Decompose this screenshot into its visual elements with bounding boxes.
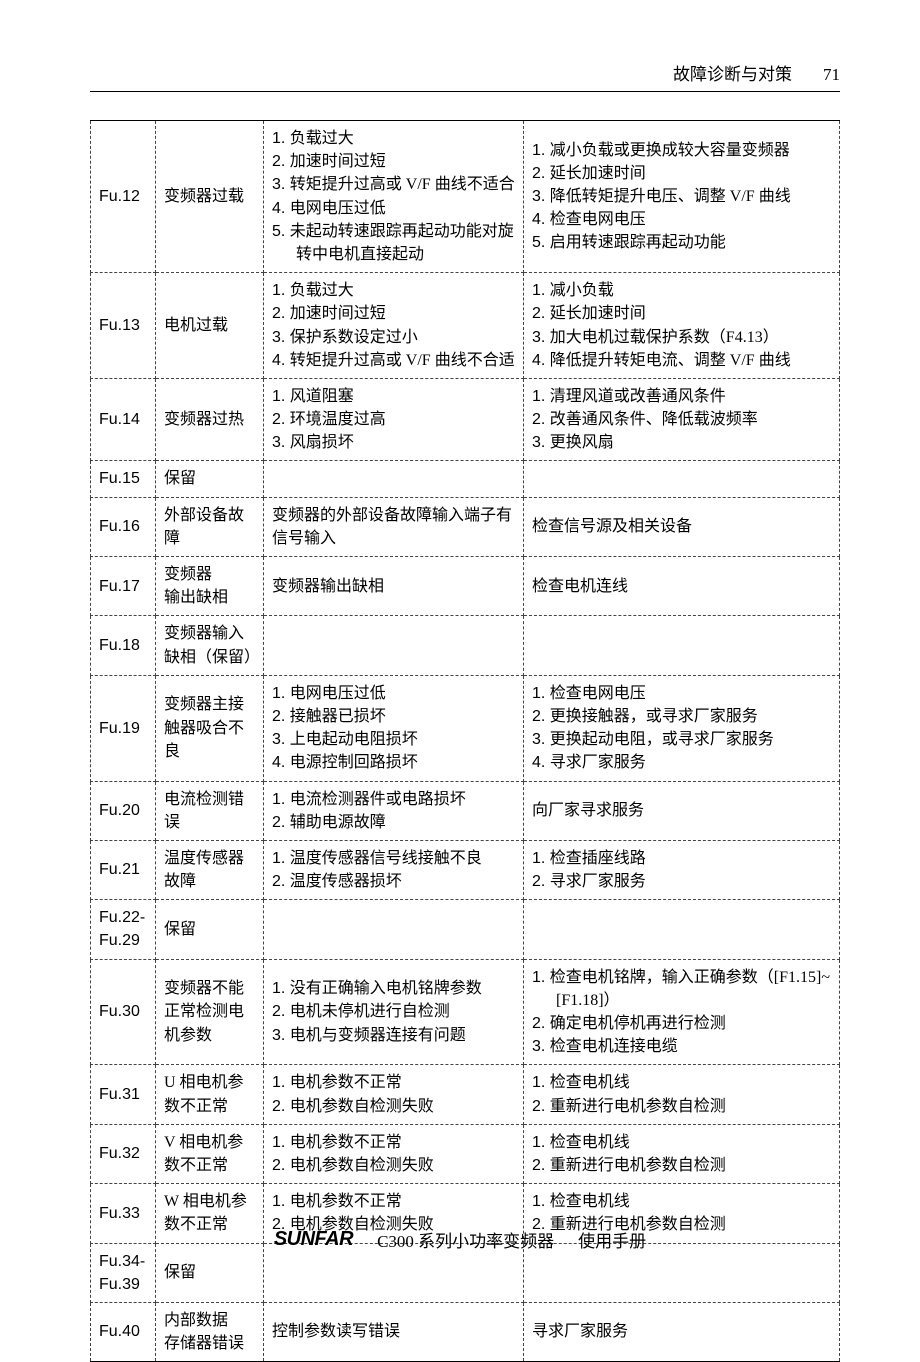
fault-name: 变频器过载	[156, 121, 264, 273]
fault-action: 向厂家寻求服务	[524, 781, 840, 840]
fault-cause: 电网电压过低接触器已损坏上电起动电阻损坏电源控制回路损坏	[264, 675, 524, 781]
brand-logo: SUNFAR	[274, 1228, 353, 1251]
fault-cause: 电机参数不正常电机参数自检测失败	[264, 1124, 524, 1183]
table-row: Fu.18变频器输入 缺相（保留）	[91, 616, 840, 675]
page: 故障诊断与对策 71 Fu.12变频器过载负载过大加速时间过短转矩提升过高或 V…	[0, 0, 920, 1307]
fault-action: 检查电机连线	[524, 557, 840, 616]
fault-action: 清理风道或改善通风条件改善通风条件、降低载波频率更换风扇	[524, 378, 840, 461]
fault-code: Fu.13	[91, 273, 156, 379]
fault-name: 电机过载	[156, 273, 264, 379]
fault-code: Fu.30	[91, 959, 156, 1065]
fault-code: Fu.19	[91, 675, 156, 781]
table-row: Fu.32V 相电机参数不正常电机参数不正常电机参数自检测失败检查电机线重新进行…	[91, 1124, 840, 1183]
fault-action: 减小负载延长加速时间加大电机过载保护系数（F4.13）降低提升转矩电流、调整 V…	[524, 273, 840, 379]
table-row: Fu.12变频器过载负载过大加速时间过短转矩提升过高或 V/F 曲线不适合电网电…	[91, 121, 840, 273]
page-number: 71	[812, 65, 840, 85]
table-row: Fu.17变频器 输出缺相变频器输出缺相检查电机连线	[91, 557, 840, 616]
fault-action	[524, 616, 840, 675]
running-head: 故障诊断与对策 71	[90, 60, 840, 92]
fault-cause: 负载过大加速时间过短转矩提升过高或 V/F 曲线不适合电网电压过低未起动转速跟踪…	[264, 121, 524, 273]
table-row: Fu.21温度传感器 故障温度传感器信号线接触不良温度传感器损坏检查插座线路寻求…	[91, 840, 840, 899]
fault-code: Fu.18	[91, 616, 156, 675]
fault-code: Fu.17	[91, 557, 156, 616]
fault-action: 检查电机线重新进行电机参数自检测	[524, 1065, 840, 1124]
table-row: Fu.31U 相电机参数不正常电机参数不正常电机参数自检测失败检查电机线重新进行…	[91, 1065, 840, 1124]
fault-name: 保留	[156, 900, 264, 959]
fault-name: 内部数据 存储器错误	[156, 1302, 264, 1361]
fault-name: 保留	[156, 461, 264, 497]
fault-action: 寻求厂家服务	[524, 1302, 840, 1361]
fault-cause: 电机参数不正常电机参数自检测失败	[264, 1065, 524, 1124]
fault-action	[524, 461, 840, 497]
product-name: C300 系列小功率变频器	[377, 1227, 554, 1252]
chapter-title: 故障诊断与对策	[673, 60, 792, 85]
fault-code: Fu.20	[91, 781, 156, 840]
table-row: Fu.22-Fu.29保留	[91, 900, 840, 959]
fault-action: 检查信号源及相关设备	[524, 497, 840, 556]
fault-name: 温度传感器 故障	[156, 840, 264, 899]
fault-action: 检查电机铭牌，输入正确参数（[F1.15]~ [F1.18]）确定电机停机再进行…	[524, 959, 840, 1065]
fault-cause: 变频器输出缺相	[264, 557, 524, 616]
fault-name: 变频器不能正常检测电机参数	[156, 959, 264, 1065]
fault-cause	[264, 461, 524, 497]
fault-action: 减小负载或更换成较大容量变频器延长加速时间降低转矩提升电压、调整 V/F 曲线检…	[524, 121, 840, 273]
fault-cause: 温度传感器信号线接触不良温度传感器损坏	[264, 840, 524, 899]
fault-cause: 电流检测器件或电路损坏辅助电源故障	[264, 781, 524, 840]
fault-cause	[264, 900, 524, 959]
fault-cause: 负载过大加速时间过短保护系数设定过小转矩提升过高或 V/F 曲线不合适	[264, 273, 524, 379]
fault-cause	[264, 616, 524, 675]
fault-action: 检查插座线路寻求厂家服务	[524, 840, 840, 899]
table-row: Fu.19变频器主接触器吸合不良电网电压过低接触器已损坏上电起动电阻损坏电源控制…	[91, 675, 840, 781]
fault-name: V 相电机参数不正常	[156, 1124, 264, 1183]
fault-code: Fu.15	[91, 461, 156, 497]
table-row: Fu.40内部数据 存储器错误控制参数读写错误寻求厂家服务	[91, 1302, 840, 1361]
fault-code: Fu.22-Fu.29	[91, 900, 156, 959]
fault-code: Fu.21	[91, 840, 156, 899]
table-row: Fu.14变频器过热风道阻塞环境温度过高风扇损坏清理风道或改善通风条件改善通风条…	[91, 378, 840, 461]
table-row: Fu.20电流检测错误电流检测器件或电路损坏辅助电源故障向厂家寻求服务	[91, 781, 840, 840]
table-row: Fu.15保留	[91, 461, 840, 497]
fault-code: Fu.31	[91, 1065, 156, 1124]
doc-type: 使用手册	[578, 1227, 646, 1252]
footer: SUNFAR C300 系列小功率变频器 使用手册	[0, 1227, 920, 1252]
fault-code: Fu.40	[91, 1302, 156, 1361]
fault-action: 检查电网电压更换接触器，或寻求厂家服务更换起动电阻，或寻求厂家服务寻求厂家服务	[524, 675, 840, 781]
fault-name: 外部设备故障	[156, 497, 264, 556]
fault-cause: 风道阻塞环境温度过高风扇损坏	[264, 378, 524, 461]
fault-code: Fu.16	[91, 497, 156, 556]
fault-name: U 相电机参数不正常	[156, 1065, 264, 1124]
fault-code: Fu.14	[91, 378, 156, 461]
fault-cause: 没有正确输入电机铭牌参数电机未停机进行自检测电机与变频器连接有问题	[264, 959, 524, 1065]
fault-name: 变频器输入 缺相（保留）	[156, 616, 264, 675]
fault-name: 变频器过热	[156, 378, 264, 461]
fault-name: 变频器主接触器吸合不良	[156, 675, 264, 781]
fault-cause: 控制参数读写错误	[264, 1302, 524, 1361]
fault-code: Fu.32	[91, 1124, 156, 1183]
fault-action	[524, 900, 840, 959]
fault-action: 检查电机线重新进行电机参数自检测	[524, 1124, 840, 1183]
fault-cause: 变频器的外部设备故障输入端子有信号输入	[264, 497, 524, 556]
fault-code: Fu.12	[91, 121, 156, 273]
fault-name: 电流检测错误	[156, 781, 264, 840]
table-row: Fu.16外部设备故障变频器的外部设备故障输入端子有信号输入检查信号源及相关设备	[91, 497, 840, 556]
table-row: Fu.13电机过载负载过大加速时间过短保护系数设定过小转矩提升过高或 V/F 曲…	[91, 273, 840, 379]
fault-table: Fu.12变频器过载负载过大加速时间过短转矩提升过高或 V/F 曲线不适合电网电…	[90, 120, 840, 1362]
table-row: Fu.30变频器不能正常检测电机参数没有正确输入电机铭牌参数电机未停机进行自检测…	[91, 959, 840, 1065]
fault-name: 变频器 输出缺相	[156, 557, 264, 616]
